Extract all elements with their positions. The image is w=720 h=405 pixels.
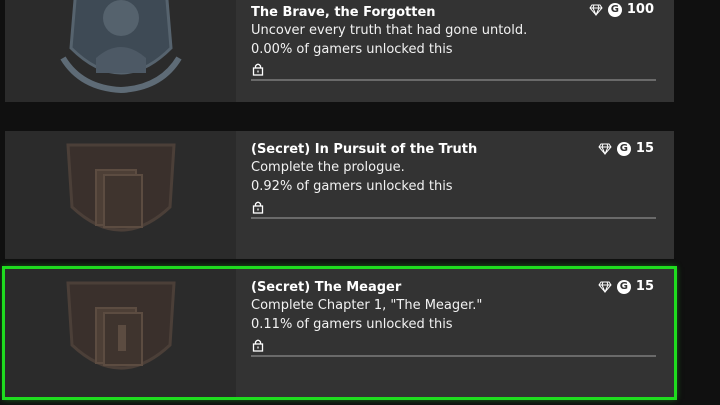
gamerscore-value: 15 [635, 279, 654, 294]
book-emblem-icon [65, 143, 176, 232]
lock-icon [252, 339, 264, 352]
achievement-art [5, 131, 236, 259]
achievement-art [5, 0, 236, 102]
achievement-description: Complete Chapter 1, "The Meager." [251, 298, 483, 313]
diamond-icon [598, 281, 612, 293]
diamond-icon [598, 143, 612, 155]
unlock-rate: 0.00% of gamers unlocked this [251, 42, 453, 57]
progress-bar [251, 79, 656, 81]
gamerscore-icon: G [616, 141, 631, 156]
gamerscore-reward: G 15 [598, 279, 654, 294]
lock-icon [252, 63, 264, 76]
gamerscore-icon: G [607, 2, 622, 17]
book-chapter-emblem-icon [65, 281, 176, 370]
progress-bar [251, 217, 656, 219]
achievement-description: Complete the prologue. [251, 160, 405, 175]
unlock-rate: 0.11% of gamers unlocked this [251, 317, 453, 332]
gamerscore-value: 100 [626, 2, 654, 17]
unlock-rate: 0.92% of gamers unlocked this [251, 179, 453, 194]
gamerscore-reward: G 100 [589, 2, 654, 17]
gamerscore-value: 15 [635, 141, 654, 156]
progress-bar [251, 355, 656, 357]
achievement-description: Uncover every truth that had gone untold… [251, 23, 528, 38]
knight-emblem-icon [59, 0, 182, 94]
diamond-icon [589, 4, 603, 16]
achievement-list: The Brave, the Forgotten Uncover every t… [0, 0, 720, 405]
achievement-card-selected[interactable]: (Secret) The Meager Complete Chapter 1, … [2, 266, 677, 400]
achievement-card[interactable]: (Secret) In Pursuit of the Truth Complet… [5, 131, 674, 259]
achievement-art [5, 269, 236, 397]
lock-icon [252, 201, 264, 214]
achievement-card[interactable]: The Brave, the Forgotten Uncover every t… [5, 0, 674, 102]
gamerscore-reward: G 15 [598, 141, 654, 156]
gamerscore-icon: G [616, 279, 631, 294]
